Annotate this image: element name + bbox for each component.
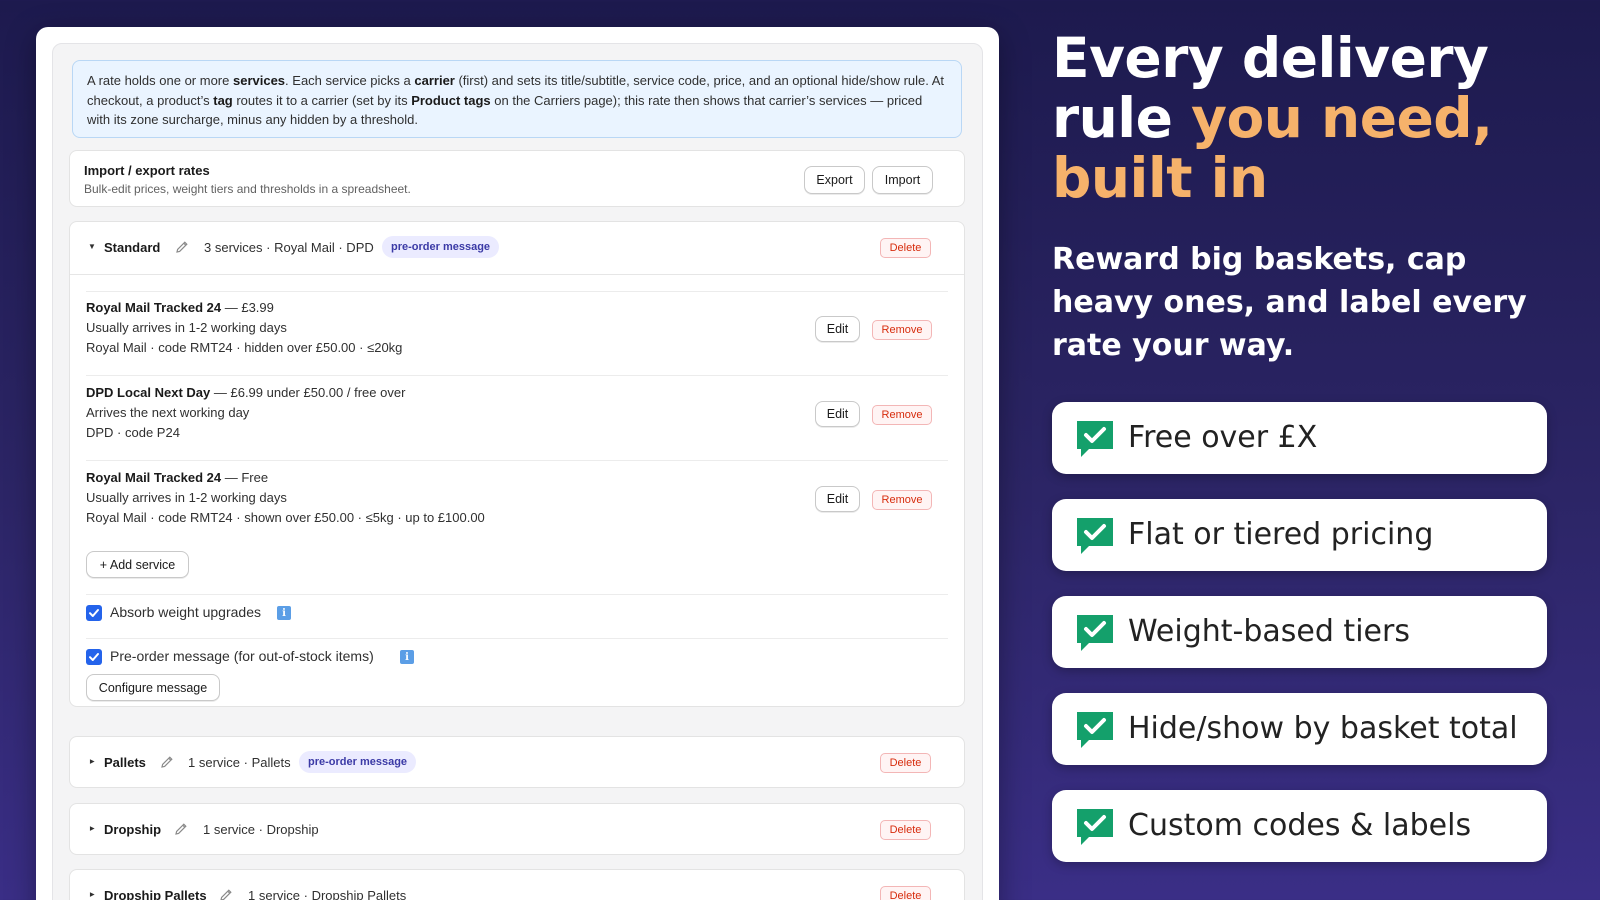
expand-caret-icon[interactable]: ▼ <box>87 758 96 766</box>
service-title-line: Royal Mail Tracked 24 — £3.99 <box>86 300 274 315</box>
service-price: — £6.99 under £50.00 / free over <box>210 385 406 400</box>
feature-label: Free over £X <box>1128 420 1318 455</box>
rate-name: Dropship <box>104 822 162 837</box>
service-row: Royal Mail Tracked 24 — Free Usually arr… <box>86 470 948 530</box>
feature-card: Custom codes & labels <box>1052 790 1547 862</box>
rate-header[interactable]: ▼ Standard 3 services · Royal Mail · DPD… <box>70 222 964 274</box>
pencil-icon[interactable] <box>218 887 234 900</box>
pencil-icon[interactable] <box>173 821 189 837</box>
feature-card: Hide/show by basket total <box>1052 693 1547 765</box>
service-detail: Royal Mail · code RMT24 · hidden over £5… <box>86 340 403 355</box>
service-detail: DPD · code P24 <box>86 425 180 440</box>
collapse-caret-icon[interactable]: ▼ <box>88 242 96 251</box>
rate-pallets[interactable]: ▼ Pallets 1 service · Pallets pre-order … <box>69 736 965 788</box>
rates-settings-panel: A rate holds one or more services. Each … <box>52 43 983 900</box>
service-row: DPD Local Next Day — £6.99 under £50.00 … <box>86 385 948 445</box>
service-title-line: DPD Local Next Day — £6.99 under £50.00 … <box>86 385 405 400</box>
service-title-line: Royal Mail Tracked 24 — Free <box>86 470 268 485</box>
delete-rate-button[interactable]: Delete <box>880 753 931 773</box>
headline: Every delivery rule you need, built in <box>1052 28 1572 208</box>
absorb-weight-checkbox[interactable] <box>86 605 102 621</box>
divider <box>70 274 964 275</box>
rate-name: Dropship Pallets <box>104 888 207 900</box>
import-export-title: Import / export rates <box>84 163 210 178</box>
delete-rate-button[interactable]: Delete <box>880 820 931 840</box>
checkmark-icon <box>89 653 99 661</box>
check-chat-icon <box>1077 421 1113 457</box>
divider <box>86 594 948 595</box>
service-subtitle: Arrives the next working day <box>86 405 250 420</box>
info-icon[interactable]: i <box>400 650 414 664</box>
rate-meta: 1 service · Dropship <box>203 822 319 837</box>
remove-service-button[interactable]: Remove <box>872 490 932 510</box>
feature-card: Free over £X <box>1052 402 1547 474</box>
rate-name: Pallets <box>104 755 146 770</box>
info-banner: A rate holds one or more services. Each … <box>72 60 962 138</box>
check-chat-icon <box>1077 518 1113 554</box>
check-chat-icon <box>1077 712 1113 748</box>
divider <box>86 375 948 376</box>
configure-message-button[interactable]: Configure message <box>86 674 220 701</box>
service-title: Royal Mail Tracked 24 <box>86 300 222 315</box>
delete-rate-button[interactable]: Delete <box>880 238 931 258</box>
service-price: — Free <box>221 470 269 485</box>
feature-label: Flat or tiered pricing <box>1128 517 1434 552</box>
edit-service-button[interactable]: Edit <box>815 401 860 427</box>
remove-service-button[interactable]: Remove <box>872 405 932 425</box>
info-icon[interactable]: i <box>277 606 291 620</box>
divider <box>86 291 948 292</box>
expand-caret-icon[interactable]: ▼ <box>87 891 96 899</box>
feature-card: Weight-based tiers <box>1052 596 1547 668</box>
import-export-subtitle: Bulk-edit prices, weight tiers and thres… <box>84 182 411 196</box>
edit-service-button[interactable]: Edit <box>815 486 860 512</box>
absorb-weight-label: Absorb weight upgrades <box>110 604 261 620</box>
rate-dropship[interactable]: ▼ Dropship 1 service · Dropship Delete <box>69 803 965 855</box>
service-title: DPD Local Next Day <box>86 385 211 400</box>
service-subtitle: Usually arrives in 1-2 working days <box>86 320 287 335</box>
preorder-label: Pre-order message (for out-of-stock item… <box>110 648 374 664</box>
preorder-checkbox[interactable] <box>86 649 102 665</box>
rate-dropship-pallets[interactable]: ▼ Dropship Pallets 1 service · Dropship … <box>69 869 965 900</box>
feature-label: Weight-based tiers <box>1128 614 1410 649</box>
rate-name: Standard <box>104 240 161 255</box>
feature-card: Flat or tiered pricing <box>1052 499 1547 571</box>
rate-meta: 1 service · Dropship Pallets <box>248 888 407 900</box>
edit-service-button[interactable]: Edit <box>815 316 860 342</box>
expand-caret-icon[interactable]: ▼ <box>87 825 96 833</box>
subheadline: Reward big baskets, cap heavy ones, and … <box>1052 242 1527 363</box>
feature-label: Custom codes & labels <box>1128 808 1472 843</box>
import-export-panel: Import / export rates Bulk-edit prices, … <box>69 150 965 207</box>
check-chat-icon <box>1077 809 1113 845</box>
pencil-icon[interactable] <box>159 754 175 770</box>
service-price: — £3.99 <box>221 300 274 315</box>
rate-meta: 1 service · Pallets <box>188 755 291 770</box>
pencil-icon[interactable] <box>174 239 190 255</box>
divider <box>86 638 948 639</box>
import-button[interactable]: Import <box>872 166 933 194</box>
service-title: Royal Mail Tracked 24 <box>86 470 222 485</box>
feature-label: Hide/show by basket total <box>1128 711 1518 746</box>
divider <box>86 460 948 461</box>
preorder-badge: pre-order message <box>382 236 500 258</box>
service-subtitle: Usually arrives in 1-2 working days <box>86 490 287 505</box>
preorder-badge: pre-order message <box>299 751 417 773</box>
service-row: Royal Mail Tracked 24 — £3.99 Usually ar… <box>86 300 948 360</box>
add-service-button[interactable]: + Add service <box>86 551 189 578</box>
check-chat-icon <box>1077 615 1113 651</box>
checkmark-icon <box>89 609 99 617</box>
rate-standard: ▼ Standard 3 services · Royal Mail · DPD… <box>69 221 965 707</box>
remove-service-button[interactable]: Remove <box>872 320 932 340</box>
delete-rate-button[interactable]: Delete <box>880 886 931 900</box>
rate-meta: 3 services · Royal Mail · DPD <box>204 240 374 255</box>
export-button[interactable]: Export <box>804 166 865 194</box>
app-card: A rate holds one or more services. Each … <box>36 27 999 900</box>
service-detail: Royal Mail · code RMT24 · shown over £50… <box>86 510 485 525</box>
